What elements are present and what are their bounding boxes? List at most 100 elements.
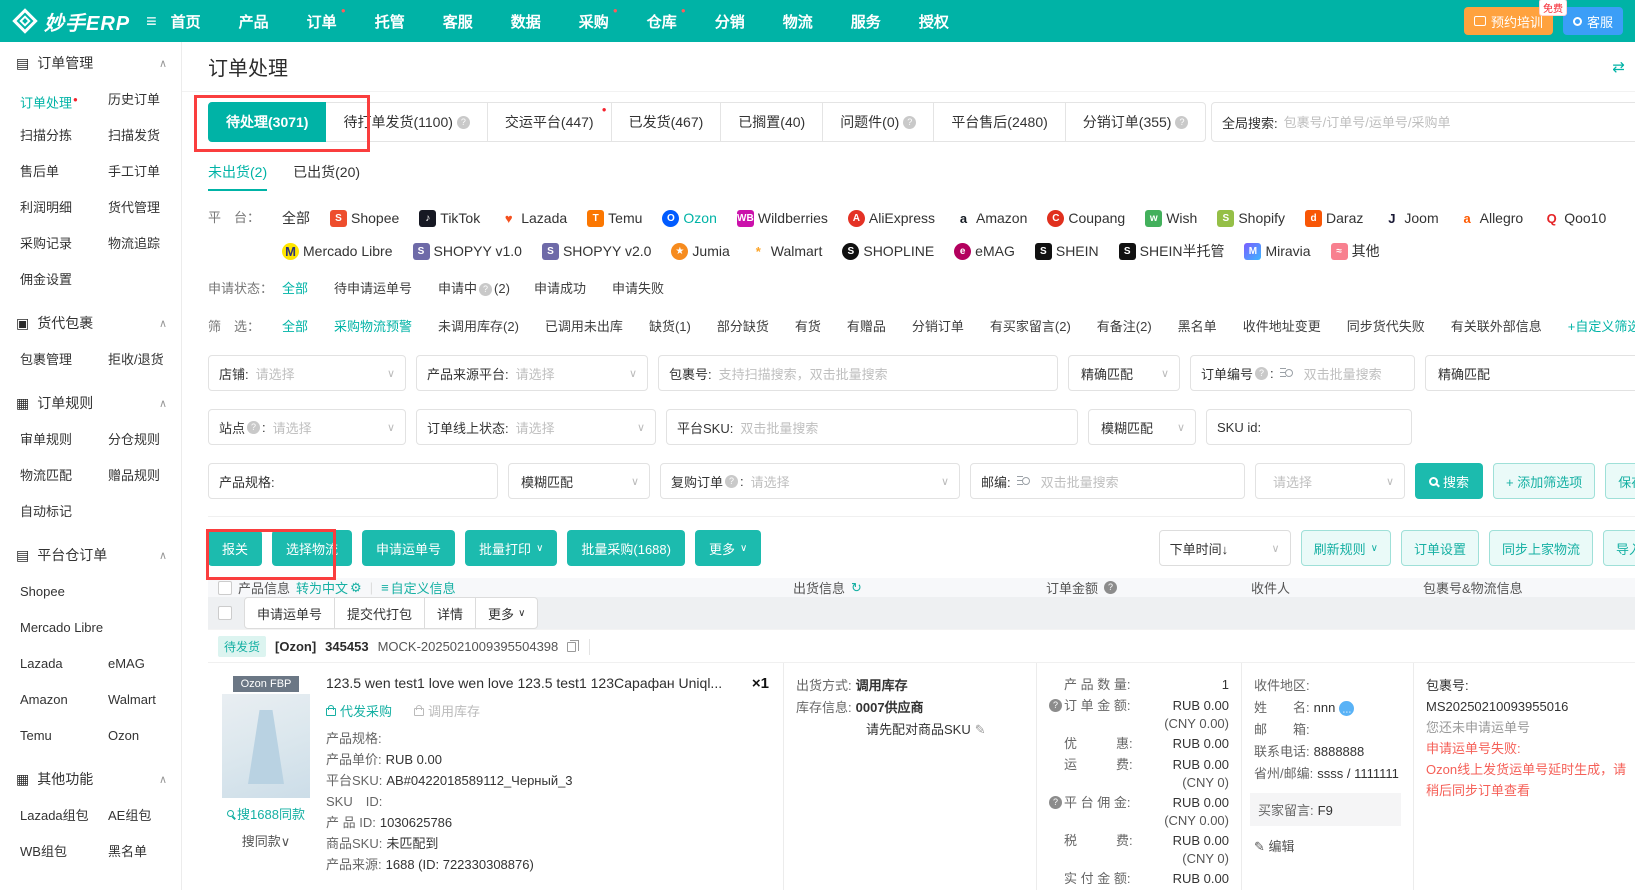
filter-chip[interactable]: 未调用库存(2) (438, 315, 521, 339)
sidebar-item[interactable]: Lazada (20, 646, 108, 682)
search-field[interactable]: 模糊匹配 ∨ (1088, 409, 1196, 445)
row-action-button[interactable]: 更多∨ (475, 597, 538, 629)
bulk-action-button[interactable]: 批量打印∨ (465, 530, 557, 566)
sidebar-item[interactable]: Shopee (20, 574, 181, 610)
top-menu-item[interactable]: 首页 (171, 11, 201, 32)
filter-chip[interactable]: 有备注(2) (1097, 315, 1154, 339)
sidebar-item[interactable]: Lazada组包 (20, 798, 108, 834)
sidebar-item[interactable]: 售后单 (20, 154, 108, 190)
platform-filter[interactable]: S SHOPYY v1.0 (413, 239, 522, 263)
search-field[interactable]: 请选择 ∨ (1255, 463, 1405, 499)
sidebar-section-order-rules[interactable]: ▦ 订单规则 ∧ (0, 382, 181, 422)
sidebar-item[interactable]: 黑名单 (108, 834, 181, 870)
expand-icon[interactable]: ⇄ (1612, 58, 1625, 76)
apply-status-chip[interactable]: 待申请运单号 (334, 277, 414, 301)
edit-icon[interactable]: ✎ (975, 722, 986, 737)
filter-chip[interactable]: 有买家留言(2) (990, 315, 1073, 339)
sidebar-item[interactable]: 扫描发货 (108, 118, 181, 154)
add-filter-button[interactable]: + 添加筛选项 (1493, 463, 1595, 499)
product-title[interactable]: 123.5 wen test1 love wen love 123.5 test… (326, 675, 742, 691)
hamburger-icon[interactable]: ≡ (146, 11, 157, 32)
bulk-action-button[interactable]: 报关 (208, 530, 262, 566)
sidebar-section-order-mgmt[interactable]: ▤ 订单管理 ∧ (0, 42, 181, 82)
settings-action-button[interactable]: 订单设置 (1401, 530, 1479, 566)
status-tab[interactable]: 待处理(3071) (208, 102, 326, 142)
collapse-icon[interactable]: ∧ (159, 317, 167, 330)
platform-filter[interactable]: T Temu (587, 206, 642, 230)
search-field[interactable]: 平台SKU: 双击批量搜索 (666, 409, 1078, 445)
sidebar-item[interactable]: 物流匹配 (20, 458, 108, 494)
platform-filter[interactable]: a Amazon (955, 206, 1027, 230)
platform-filter[interactable]: M Miravia (1244, 239, 1310, 263)
chat-icon[interactable] (1339, 701, 1354, 716)
global-search-input[interactable] (1284, 115, 1635, 130)
filter-chip[interactable]: 有关联外部信息 (1451, 315, 1544, 339)
top-menu-item[interactable]: 授权 (919, 11, 949, 32)
bulk-action-button[interactable]: 选择物流 (272, 530, 352, 566)
filter-chip[interactable]: +自定义筛选 (1568, 315, 1635, 339)
filter-chip[interactable]: 分销订单 (912, 315, 966, 339)
sidebar-item[interactable]: 利润明细 (20, 190, 108, 226)
status-tab[interactable]: 分销订单(355) ? (1065, 102, 1207, 142)
top-menu-item[interactable]: 采购● (579, 11, 609, 32)
sidebar-item[interactable]: 赠品规则 (108, 458, 181, 494)
platform-filter[interactable]: S SHOPLINE (842, 239, 934, 263)
sidebar-item[interactable]: 拒收/退货 (108, 342, 181, 378)
filter-chip[interactable]: 黑名单 (1178, 315, 1219, 339)
collapse-icon[interactable]: ∧ (159, 549, 167, 562)
top-menu-item[interactable]: 服务 (851, 11, 881, 32)
sidebar-item[interactable]: 包裹管理 (20, 342, 108, 378)
use-stock-link[interactable]: 调用库存 (414, 701, 480, 720)
apply-status-chip[interactable]: 申请失败 (612, 277, 666, 301)
top-menu-item[interactable]: 产品 (239, 11, 269, 32)
status-tab[interactable]: 问题件(0) ? (822, 102, 934, 142)
search-field[interactable]: 店铺: 请选择 ∨ (208, 355, 406, 391)
search-field[interactable]: 邮编: 双击批量搜索 (970, 463, 1245, 499)
sidebar-item[interactable]: Temu (20, 718, 108, 754)
select-all-checkbox[interactable] (218, 581, 232, 595)
search-same-link[interactable]: 搜同款∨ (218, 831, 314, 850)
platform-filter[interactable]: * Walmart (750, 239, 823, 263)
platform-filter[interactable]: A AliExpress (848, 206, 935, 230)
search-field[interactable]: 产品来源平台: 请选择 ∨ (416, 355, 648, 391)
search-1688-link[interactable]: 搜1688同款 (218, 804, 314, 823)
search-field[interactable]: SKU id: (1206, 409, 1412, 445)
platform-filter[interactable]: d Daraz (1305, 206, 1363, 230)
sidebar-item[interactable]: 历史订单 (108, 82, 181, 118)
sidebar-item[interactable]: Ozon (108, 718, 181, 754)
platform-filter[interactable]: Q Qoo10 (1543, 206, 1606, 230)
search-field[interactable]: 产品规格: (208, 463, 498, 499)
filter-chip[interactable]: 采购物流预警 (334, 315, 414, 339)
search-button[interactable]: 搜索 (1415, 463, 1483, 499)
platform-filter[interactable]: e eMAG (954, 239, 1015, 263)
filter-chip[interactable]: 部分缺货 (717, 315, 771, 339)
apply-status-chip[interactable]: 申请中?(2) (438, 277, 510, 301)
platform-filter[interactable]: M Mercado Libre (282, 239, 393, 263)
bulk-action-button[interactable]: 更多∨ (695, 530, 761, 566)
platform-filter[interactable]: w Wish (1145, 206, 1197, 230)
sort-order-select[interactable]: 下单时间↓ ∨ (1159, 530, 1291, 566)
sidebar-item[interactable]: 扫描分拣 (20, 118, 108, 154)
platform-filter[interactable]: S SHOPYY v2.0 (542, 239, 651, 263)
sidebar-item[interactable]: 佣金设置 (20, 262, 108, 298)
customer-service-button[interactable]: 客服 (1563, 7, 1623, 35)
save-filter-button[interactable]: 保存筛选 (1605, 463, 1635, 499)
sidebar-item[interactable]: Amazon (20, 682, 108, 718)
top-menu-item[interactable]: 数据 (511, 11, 541, 32)
platform-filter[interactable]: J Joom (1383, 206, 1438, 230)
filter-chip[interactable]: 有赠品 (847, 315, 888, 339)
sidebar-item[interactable]: 自动标记 (20, 494, 108, 530)
custom-info-link[interactable]: ≡自定义信息 (381, 578, 456, 597)
platform-filter[interactable]: S SHEIN (1035, 239, 1099, 263)
sidebar-item[interactable]: 手工订单 (108, 154, 181, 190)
dropship-purchase-link[interactable]: 代发采购 (326, 701, 392, 720)
collapse-icon[interactable]: ∧ (159, 397, 167, 410)
search-field[interactable]: 订单线上状态: 请选择 ∨ (416, 409, 656, 445)
top-menu-item[interactable]: 仓库● (647, 11, 677, 32)
collapse-icon[interactable]: ∧ (159, 773, 167, 786)
platform-filter[interactable]: O Ozon (662, 206, 716, 230)
platform-filter[interactable]: 全部 (282, 206, 310, 230)
sidebar-item[interactable]: Mercado Libre (20, 610, 181, 646)
platform-filter[interactable]: C Coupang (1047, 206, 1125, 230)
filter-chip[interactable]: 缺货(1) (649, 315, 693, 339)
